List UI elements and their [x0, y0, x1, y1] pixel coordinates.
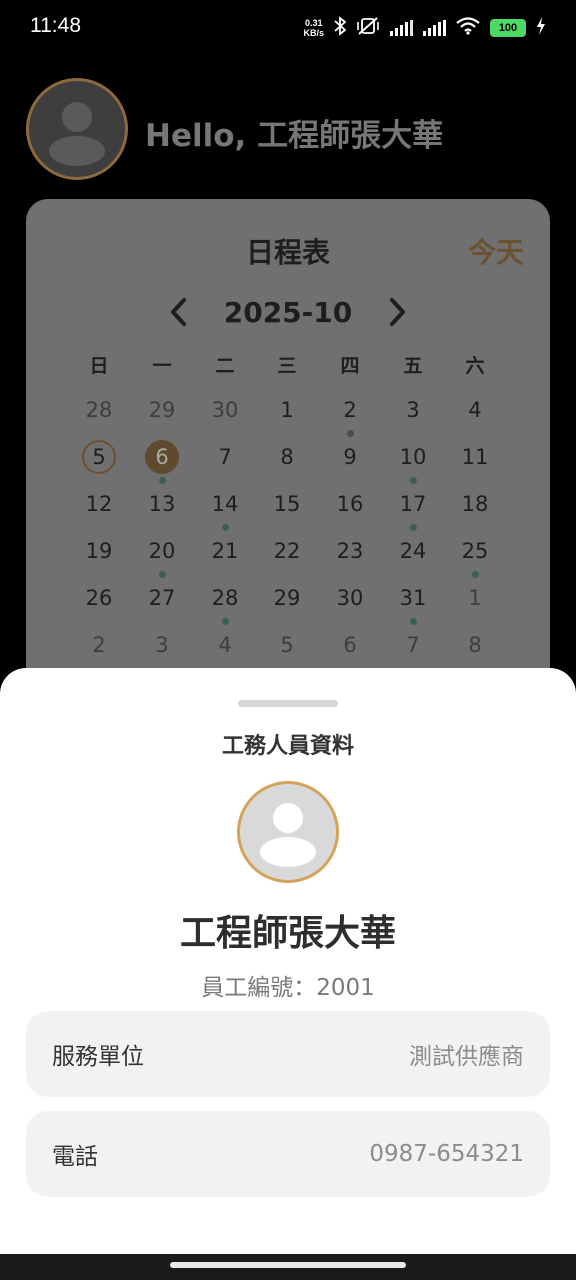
staff-info-sheet: 工務人員資料 工程師張大華 員工編號：2001 服務單位 測試供應商 電話 09…	[0, 668, 576, 1280]
user-avatar[interactable]	[26, 78, 128, 180]
calendar-day[interactable]: 4	[205, 625, 245, 665]
profile-name: 工程師張大華	[179, 913, 396, 954]
event-dot	[409, 618, 417, 625]
event-dot	[471, 571, 479, 578]
calendar-day[interactable]: 2	[79, 625, 119, 665]
calendar-day[interactable]: 28	[205, 578, 245, 618]
home-gesture-bar[interactable]	[170, 1262, 406, 1268]
wifi-icon	[456, 17, 480, 39]
calendar-day[interactable]: 25	[455, 531, 495, 571]
calendar-day[interactable]: 2	[330, 390, 370, 430]
info-row-phone[interactable]: 電話 0987-654321	[26, 1111, 550, 1197]
calendar-day[interactable]: 11	[455, 437, 495, 477]
weekday-label: 二	[215, 355, 235, 377]
event-dot	[158, 571, 166, 578]
calendar-day[interactable]: 23	[330, 531, 370, 571]
drag-handle[interactable]	[238, 700, 338, 707]
status-time: 11:48	[30, 14, 81, 37]
calendar-day[interactable]: 26	[79, 578, 119, 618]
calendar-day[interactable]: 22	[267, 531, 307, 571]
weekday-label: 一	[152, 355, 172, 377]
calendar-day[interactable]: 5	[267, 625, 307, 665]
event-dot	[221, 524, 229, 531]
calendar-day[interactable]: 15	[267, 484, 307, 524]
profile-avatar	[237, 781, 339, 883]
battery-icon: 100	[490, 19, 526, 37]
event-dot	[409, 477, 417, 484]
calendar-day[interactable]: 30	[205, 390, 245, 430]
calendar-day[interactable]: 1	[267, 390, 307, 430]
calendar-day[interactable]: 31	[393, 578, 433, 618]
event-dot	[158, 477, 166, 484]
event-dot	[221, 618, 229, 625]
info-label: 服務單位	[52, 1044, 144, 1070]
today-button[interactable]: 今天	[468, 231, 524, 271]
employee-id: 員工編號：2001	[201, 975, 375, 1001]
month-navigator: 2025-10	[26, 295, 550, 329]
calendar-day[interactable]: 21	[205, 531, 245, 571]
person-icon	[260, 803, 316, 867]
calendar-day[interactable]: 4	[455, 390, 495, 430]
mute-vibrate-icon	[356, 16, 380, 40]
calendar-day[interactable]: 30	[330, 578, 370, 618]
calendar-day-selected[interactable]: 6	[145, 440, 179, 474]
calendar-day[interactable]: 14	[205, 484, 245, 524]
calendar-day[interactable]: 7	[393, 625, 433, 665]
status-icons: 0.31 KB/s 100	[303, 16, 546, 40]
weekday-label: 日	[89, 355, 109, 377]
calendar-day[interactable]: 29	[267, 578, 307, 618]
event-dot	[409, 524, 417, 531]
calendar-day[interactable]: 19	[79, 531, 119, 571]
weekday-label: 四	[340, 355, 360, 377]
info-value: 0987-654321	[369, 1141, 524, 1167]
net-speed-unit: KB/s	[303, 28, 324, 38]
calendar-day[interactable]: 3	[393, 390, 433, 430]
month-label: 2025-10	[223, 295, 353, 329]
calendar-day[interactable]: 27	[142, 578, 182, 618]
event-dot	[346, 430, 354, 437]
weekday-label: 五	[403, 355, 423, 377]
weekday-label: 六	[465, 355, 485, 377]
signal-icon	[390, 20, 413, 36]
system-nav-bar	[0, 1254, 576, 1280]
info-value: 測試供應商	[409, 1044, 524, 1070]
info-row-unit: 服務單位 測試供應商	[26, 1011, 550, 1097]
weekday-label: 三	[277, 355, 297, 377]
net-speed: 0.31 KB/s	[303, 18, 324, 38]
calendar-card: 日程表 今天 2025-10 日一二三四五六 28 29 30 1 2 3 4 5 6 7 8 9 10…	[26, 199, 550, 719]
status-bar: 11:48 0.31 KB/s 100	[0, 0, 576, 56]
next-month-button[interactable]	[382, 295, 412, 329]
prev-month-button[interactable]	[164, 295, 194, 329]
calendar-day[interactable]: 1	[455, 578, 495, 618]
chevron-left-icon	[170, 298, 186, 326]
person-icon	[49, 102, 105, 166]
calendar-day[interactable]: 9	[330, 437, 370, 477]
calendar-day[interactable]: 16	[330, 484, 370, 524]
calendar-day[interactable]: 28	[79, 390, 119, 430]
calendar-day[interactable]: 8	[267, 437, 307, 477]
calendar-day[interactable]: 12	[79, 484, 119, 524]
calendar-day[interactable]: 20	[142, 531, 182, 571]
signal-icon	[423, 20, 446, 36]
net-speed-value: 0.31	[304, 18, 323, 28]
bluetooth-icon	[334, 16, 347, 40]
calendar-day[interactable]: 10	[393, 437, 433, 477]
charging-icon	[536, 17, 546, 39]
calendar-day[interactable]: 6	[330, 625, 370, 665]
greeting-text: Hello, 工程師張大華	[145, 118, 444, 154]
calendar-day[interactable]: 24	[393, 531, 433, 571]
calendar-day[interactable]: 8	[455, 625, 495, 665]
chevron-right-icon	[390, 298, 406, 326]
calendar-day[interactable]: 3	[142, 625, 182, 665]
calendar-day[interactable]: 29	[142, 390, 182, 430]
calendar-day[interactable]: 13	[142, 484, 182, 524]
calendar-day[interactable]: 17	[393, 484, 433, 524]
calendar-day[interactable]: 7	[205, 437, 245, 477]
calendar-day-today[interactable]: 5	[82, 440, 116, 474]
info-label: 電話	[52, 1144, 98, 1170]
sheet-title: 工務人員資料	[221, 734, 354, 759]
calendar-day[interactable]: 18	[455, 484, 495, 524]
